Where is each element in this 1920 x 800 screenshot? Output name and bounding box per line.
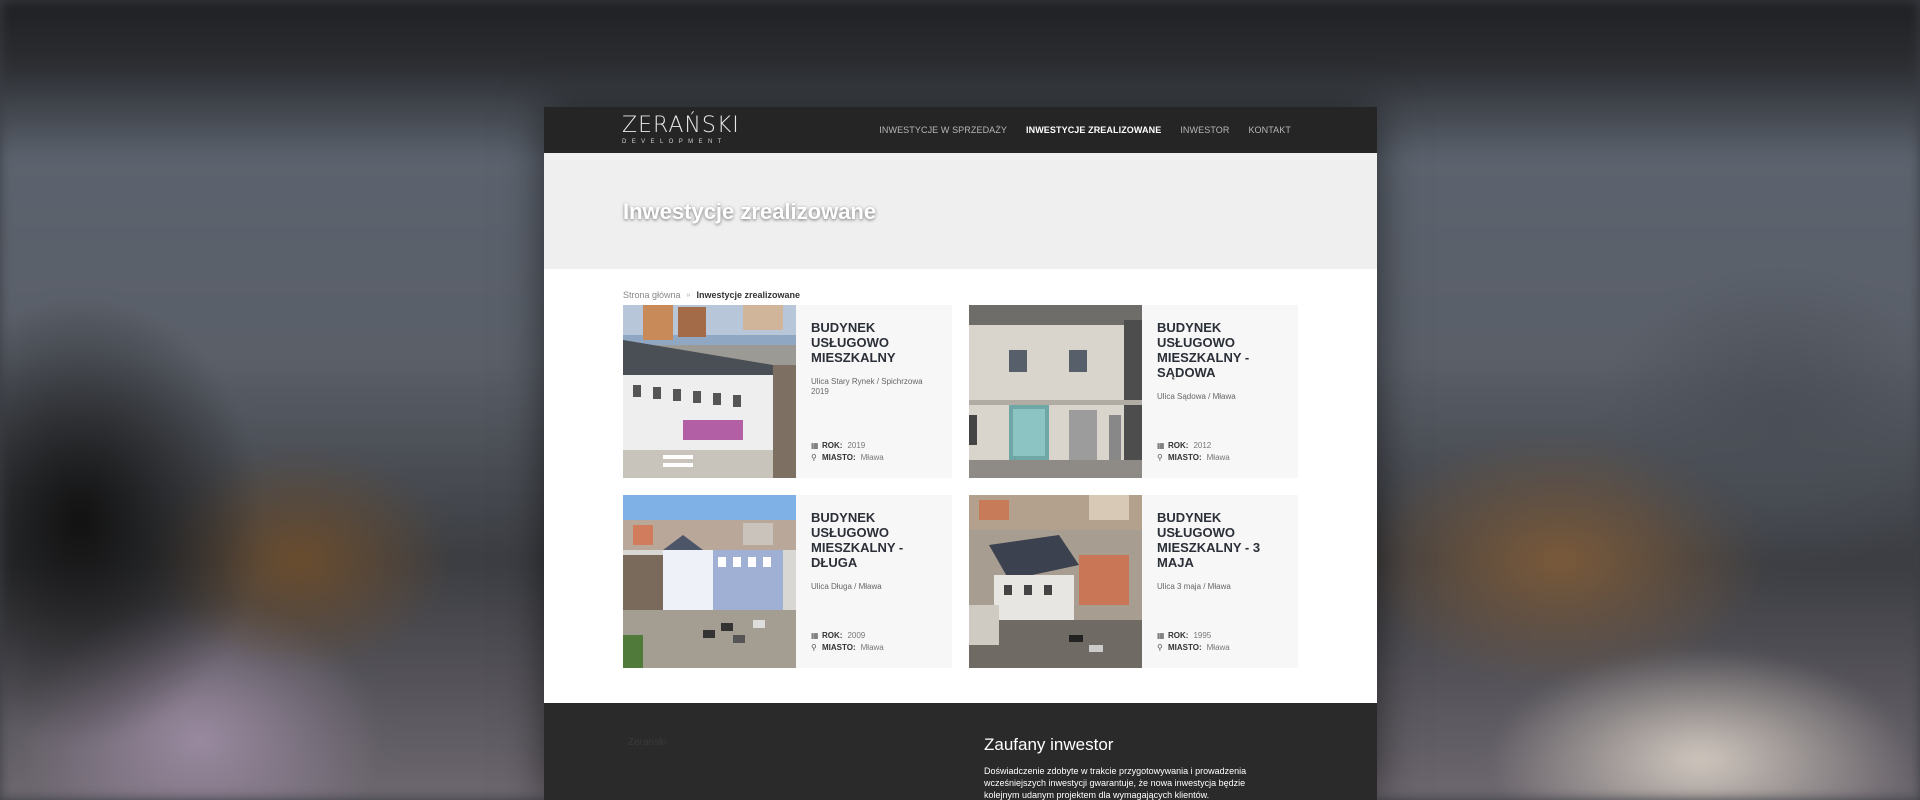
map-pin-icon: ⚲ <box>1157 643 1163 652</box>
investment-card[interactable]: BUDYNEK USŁUGOWO MIESZKALNY - 3 MAJA Uli… <box>969 495 1298 668</box>
investment-address: Ulica 3 maja / Mława <box>1157 582 1231 591</box>
main-menu: INWESTYCJE W SPRZEDAŻY INWESTYCJE ZREALI… <box>879 125 1291 135</box>
breadcrumb-home-link[interactable]: Strona główna <box>623 290 681 300</box>
city-row: ⚲ MIASTO: Mława <box>811 642 884 654</box>
investment-title[interactable]: BUDYNEK USŁUGOWO MIESZKALNY <box>811 320 942 365</box>
top-navigation-bar: ZERAŃSKI DEVELOPMENT INWESTYCJE W SPRZED… <box>544 107 1377 153</box>
footer: Zeranski Zaufany inwestor Doświadczenie … <box>544 703 1377 800</box>
investment-title[interactable]: BUDYNEK USŁUGOWO MIESZKALNY - DŁUGA <box>811 510 942 570</box>
breadcrumb-current: Inwestycje zrealizowane <box>696 290 800 300</box>
city-label: MIASTO: <box>822 453 856 462</box>
year-label: ROK: <box>822 441 843 450</box>
city-value: Mława <box>1206 453 1230 462</box>
investment-photo[interactable] <box>969 305 1142 478</box>
year-value: 2019 <box>847 441 866 450</box>
investment-photo[interactable] <box>969 495 1142 668</box>
city-value: Mława <box>860 453 884 462</box>
page-title: Inwestycje zrealizowane <box>623 199 877 224</box>
investment-address: Ulica Długa / Mława <box>811 582 882 591</box>
city-value: Mława <box>860 643 884 652</box>
nav-link-investor[interactable]: INWESTOR <box>1180 125 1229 135</box>
investment-grid: BUDYNEK USŁUGOWO MIESZKALNY Ulica Stary … <box>623 305 1298 668</box>
investment-title[interactable]: BUDYNEK USŁUGOWO MIESZKALNY - SĄDOWA <box>1157 320 1288 380</box>
city-label: MIASTO: <box>1168 453 1202 462</box>
city-row: ⚲ MIASTO: Mława <box>1157 642 1230 654</box>
year-value: 1995 <box>1193 631 1212 640</box>
investment-info: BUDYNEK USŁUGOWO MIESZKALNY - SĄDOWA Uli… <box>1142 305 1298 478</box>
breadcrumb-separator-icon: » <box>686 291 691 299</box>
site-logo[interactable]: ZERAŃSKI DEVELOPMENT <box>622 112 740 146</box>
calendar-icon: ▦ <box>1157 441 1165 450</box>
investment-card[interactable]: BUDYNEK USŁUGOWO MIESZKALNY Ulica Stary … <box>623 305 952 478</box>
year-value: 2012 <box>1193 441 1212 450</box>
map-pin-icon: ⚲ <box>1157 453 1163 462</box>
year-label: ROK: <box>822 631 843 640</box>
logo-subtitle: DEVELOPMENT <box>622 138 727 145</box>
investment-meta: ▦ ROK: 2009 ⚲ MIASTO: Mława <box>811 630 884 654</box>
nav-link-contact[interactable]: KONTAKT <box>1248 125 1291 135</box>
page-hero: Inwestycje zrealizowane <box>544 153 1377 269</box>
investment-title[interactable]: BUDYNEK USŁUGOWO MIESZKALNY - 3 MAJA <box>1157 510 1288 570</box>
investment-address: Ulica Sądowa / Mława <box>1157 392 1236 401</box>
calendar-icon: ▦ <box>811 631 819 640</box>
investment-card[interactable]: BUDYNEK USŁUGOWO MIESZKALNY - DŁUGA Ulic… <box>623 495 952 668</box>
map-pin-icon: ⚲ <box>811 643 817 652</box>
city-label: MIASTO: <box>1168 643 1202 652</box>
year-value: 2009 <box>847 631 866 640</box>
investment-info: BUDYNEK USŁUGOWO MIESZKALNY - 3 MAJA Uli… <box>1142 495 1298 668</box>
breadcrumb: Strona główna » Inwestycje zrealizowane <box>544 269 1377 307</box>
city-label: MIASTO: <box>822 643 856 652</box>
calendar-icon: ▦ <box>811 441 819 450</box>
nav-link-for-sale[interactable]: INWESTYCJE W SPRZEDAŻY <box>879 125 1007 135</box>
investment-meta: ▦ ROK: 1995 ⚲ MIASTO: Mława <box>1157 630 1230 654</box>
logo-wordmark: ZERAŃSKI <box>622 112 740 138</box>
city-row: ⚲ MIASTO: Mława <box>1157 452 1230 464</box>
year-label: ROK: <box>1168 631 1189 640</box>
city-row: ⚲ MIASTO: Mława <box>811 452 884 464</box>
investment-meta: ▦ ROK: 2012 ⚲ MIASTO: Mława <box>1157 440 1230 464</box>
footer-text: Doświadczenie zdobyte w trakcie przygoto… <box>984 766 1247 800</box>
investment-info: BUDYNEK USŁUGOWO MIESZKALNY Ulica Stary … <box>796 305 952 478</box>
year-row: ▦ ROK: 2012 <box>1157 440 1230 452</box>
investment-card[interactable]: BUDYNEK USŁUGOWO MIESZKALNY - SĄDOWA Uli… <box>969 305 1298 478</box>
investment-photo[interactable] <box>623 495 796 668</box>
investment-address: Ulica Stary Rynek / Spichrzowa 2019 <box>811 377 923 396</box>
investment-meta: ▦ ROK: 2019 ⚲ MIASTO: Mława <box>811 440 884 464</box>
investment-photo[interactable] <box>623 305 796 478</box>
year-row: ▦ ROK: 2009 <box>811 630 884 642</box>
investment-info: BUDYNEK USŁUGOWO MIESZKALNY - DŁUGA Ulic… <box>796 495 952 668</box>
map-pin-icon: ⚲ <box>811 453 817 462</box>
nav-link-completed[interactable]: INWESTYCJE ZREALIZOWANE <box>1026 125 1161 135</box>
year-row: ▦ ROK: 2019 <box>811 440 884 452</box>
browser-page: ZERAŃSKI DEVELOPMENT INWESTYCJE W SPRZED… <box>544 107 1377 800</box>
year-label: ROK: <box>1168 441 1189 450</box>
footer-heading: Zaufany inwestor <box>984 735 1114 754</box>
footer-muted-label: Zeranski <box>628 737 667 748</box>
city-value: Mława <box>1206 643 1230 652</box>
year-row: ▦ ROK: 1995 <box>1157 630 1230 642</box>
calendar-icon: ▦ <box>1157 631 1165 640</box>
